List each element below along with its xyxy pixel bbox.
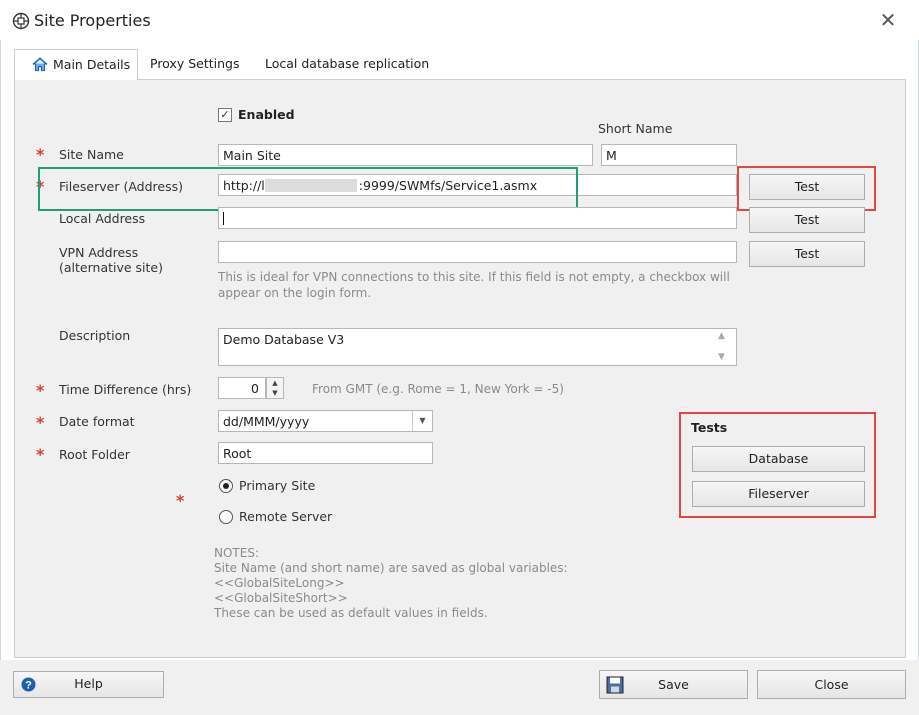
vpn-address-sublabel: (alternative site) (59, 260, 163, 275)
description-label: Description (59, 328, 131, 343)
test-database-button[interactable]: Database (692, 446, 865, 472)
remote-server-label: Remote Server (239, 509, 333, 524)
save-button[interactable]: Save (599, 670, 748, 699)
close-window-icon[interactable]: ✕ (876, 8, 900, 32)
test-fileserver-button[interactable]: Fileserver (692, 481, 865, 507)
enabled-label: Enabled (238, 107, 295, 122)
scroll-down-icon[interactable]: ▼ (718, 352, 725, 362)
save-icon (606, 676, 624, 694)
date-format-value: dd/MMM/yyyy (223, 414, 310, 429)
stepper-down-icon[interactable]: ▼ (267, 388, 283, 398)
text-cursor (223, 212, 224, 225)
time-difference-label: Time Difference (hrs) (59, 382, 192, 397)
root-folder-input[interactable]: Root (218, 442, 433, 464)
close-button[interactable]: Close (757, 670, 906, 699)
fileserver-highlight-box (38, 167, 578, 211)
local-address-input[interactable] (218, 207, 737, 229)
vpn-address-input[interactable] (218, 241, 737, 263)
vpn-address-label: VPN Address (59, 245, 139, 260)
home-icon (32, 57, 48, 72)
window-title: Site Properties (34, 11, 151, 30)
primary-site-radio[interactable] (219, 479, 233, 493)
site-name-input[interactable]: Main Site (218, 144, 593, 166)
date-format-label: Date format (59, 414, 135, 429)
required-star: * (36, 445, 45, 464)
primary-site-label: Primary Site (239, 478, 316, 493)
test-highlight-box (737, 166, 876, 211)
short-name-label: Short Name (598, 121, 673, 136)
time-difference-hint: From GMT (e.g. Rome = 1, New York = -5) (312, 382, 564, 396)
help-icon: ? (21, 677, 36, 692)
required-star: * (36, 413, 45, 432)
description-textarea[interactable]: Demo Database V3 (218, 328, 737, 366)
title-bar: Site Properties ✕ (0, 0, 919, 40)
tab-proxy-settings[interactable]: Proxy Settings (140, 49, 249, 79)
vpn-address-test-button[interactable]: Test (749, 241, 865, 267)
local-address-test-button[interactable]: Test (749, 207, 865, 233)
required-star: * (36, 381, 45, 400)
help-button[interactable]: ? Help (13, 671, 164, 698)
vpn-hint-line1: This is ideal for VPN connections to thi… (218, 270, 730, 284)
description-value: Demo Database V3 (223, 332, 345, 347)
time-difference-stepper[interactable]: ▲ ▼ (266, 377, 284, 399)
scroll-up-icon[interactable]: ▲ (718, 331, 725, 341)
enabled-checkbox[interactable]: ✓ (218, 108, 232, 122)
notes-line: NOTES: (214, 546, 259, 560)
root-folder-label: Root Folder (59, 447, 130, 462)
required-star: * (176, 491, 185, 510)
help-label: Help (74, 676, 103, 691)
vpn-hint-line2: appear on the login form. (218, 286, 372, 300)
short-name-input[interactable]: M (601, 144, 737, 166)
site-name-label: Site Name (59, 147, 124, 162)
tab-main-details[interactable]: Main Details (14, 49, 138, 80)
tab-local-database-replication[interactable]: Local database replication (255, 49, 439, 79)
notes-line: These can be used as default values in f… (214, 606, 488, 620)
stepper-up-icon[interactable]: ▲ (267, 378, 283, 388)
svg-text:?: ? (25, 680, 32, 692)
chevron-down-icon[interactable]: ▼ (412, 411, 432, 431)
site-properties-icon (12, 12, 30, 30)
save-label: Save (658, 677, 689, 692)
notes-line: Site Name (and short name) are saved as … (214, 561, 568, 575)
notes-line: <<GlobalSiteShort>> (214, 591, 348, 605)
required-star: * (36, 145, 45, 164)
tests-title: Tests (691, 420, 728, 435)
time-difference-input[interactable]: 0 (218, 377, 266, 399)
date-format-select[interactable]: dd/MMM/yyyy (218, 410, 433, 432)
tab-main-details-label: Main Details (53, 57, 131, 72)
local-address-label: Local Address (59, 211, 146, 226)
remote-server-radio[interactable] (219, 510, 233, 524)
notes-line: <<GlobalSiteLong>> (214, 576, 345, 590)
